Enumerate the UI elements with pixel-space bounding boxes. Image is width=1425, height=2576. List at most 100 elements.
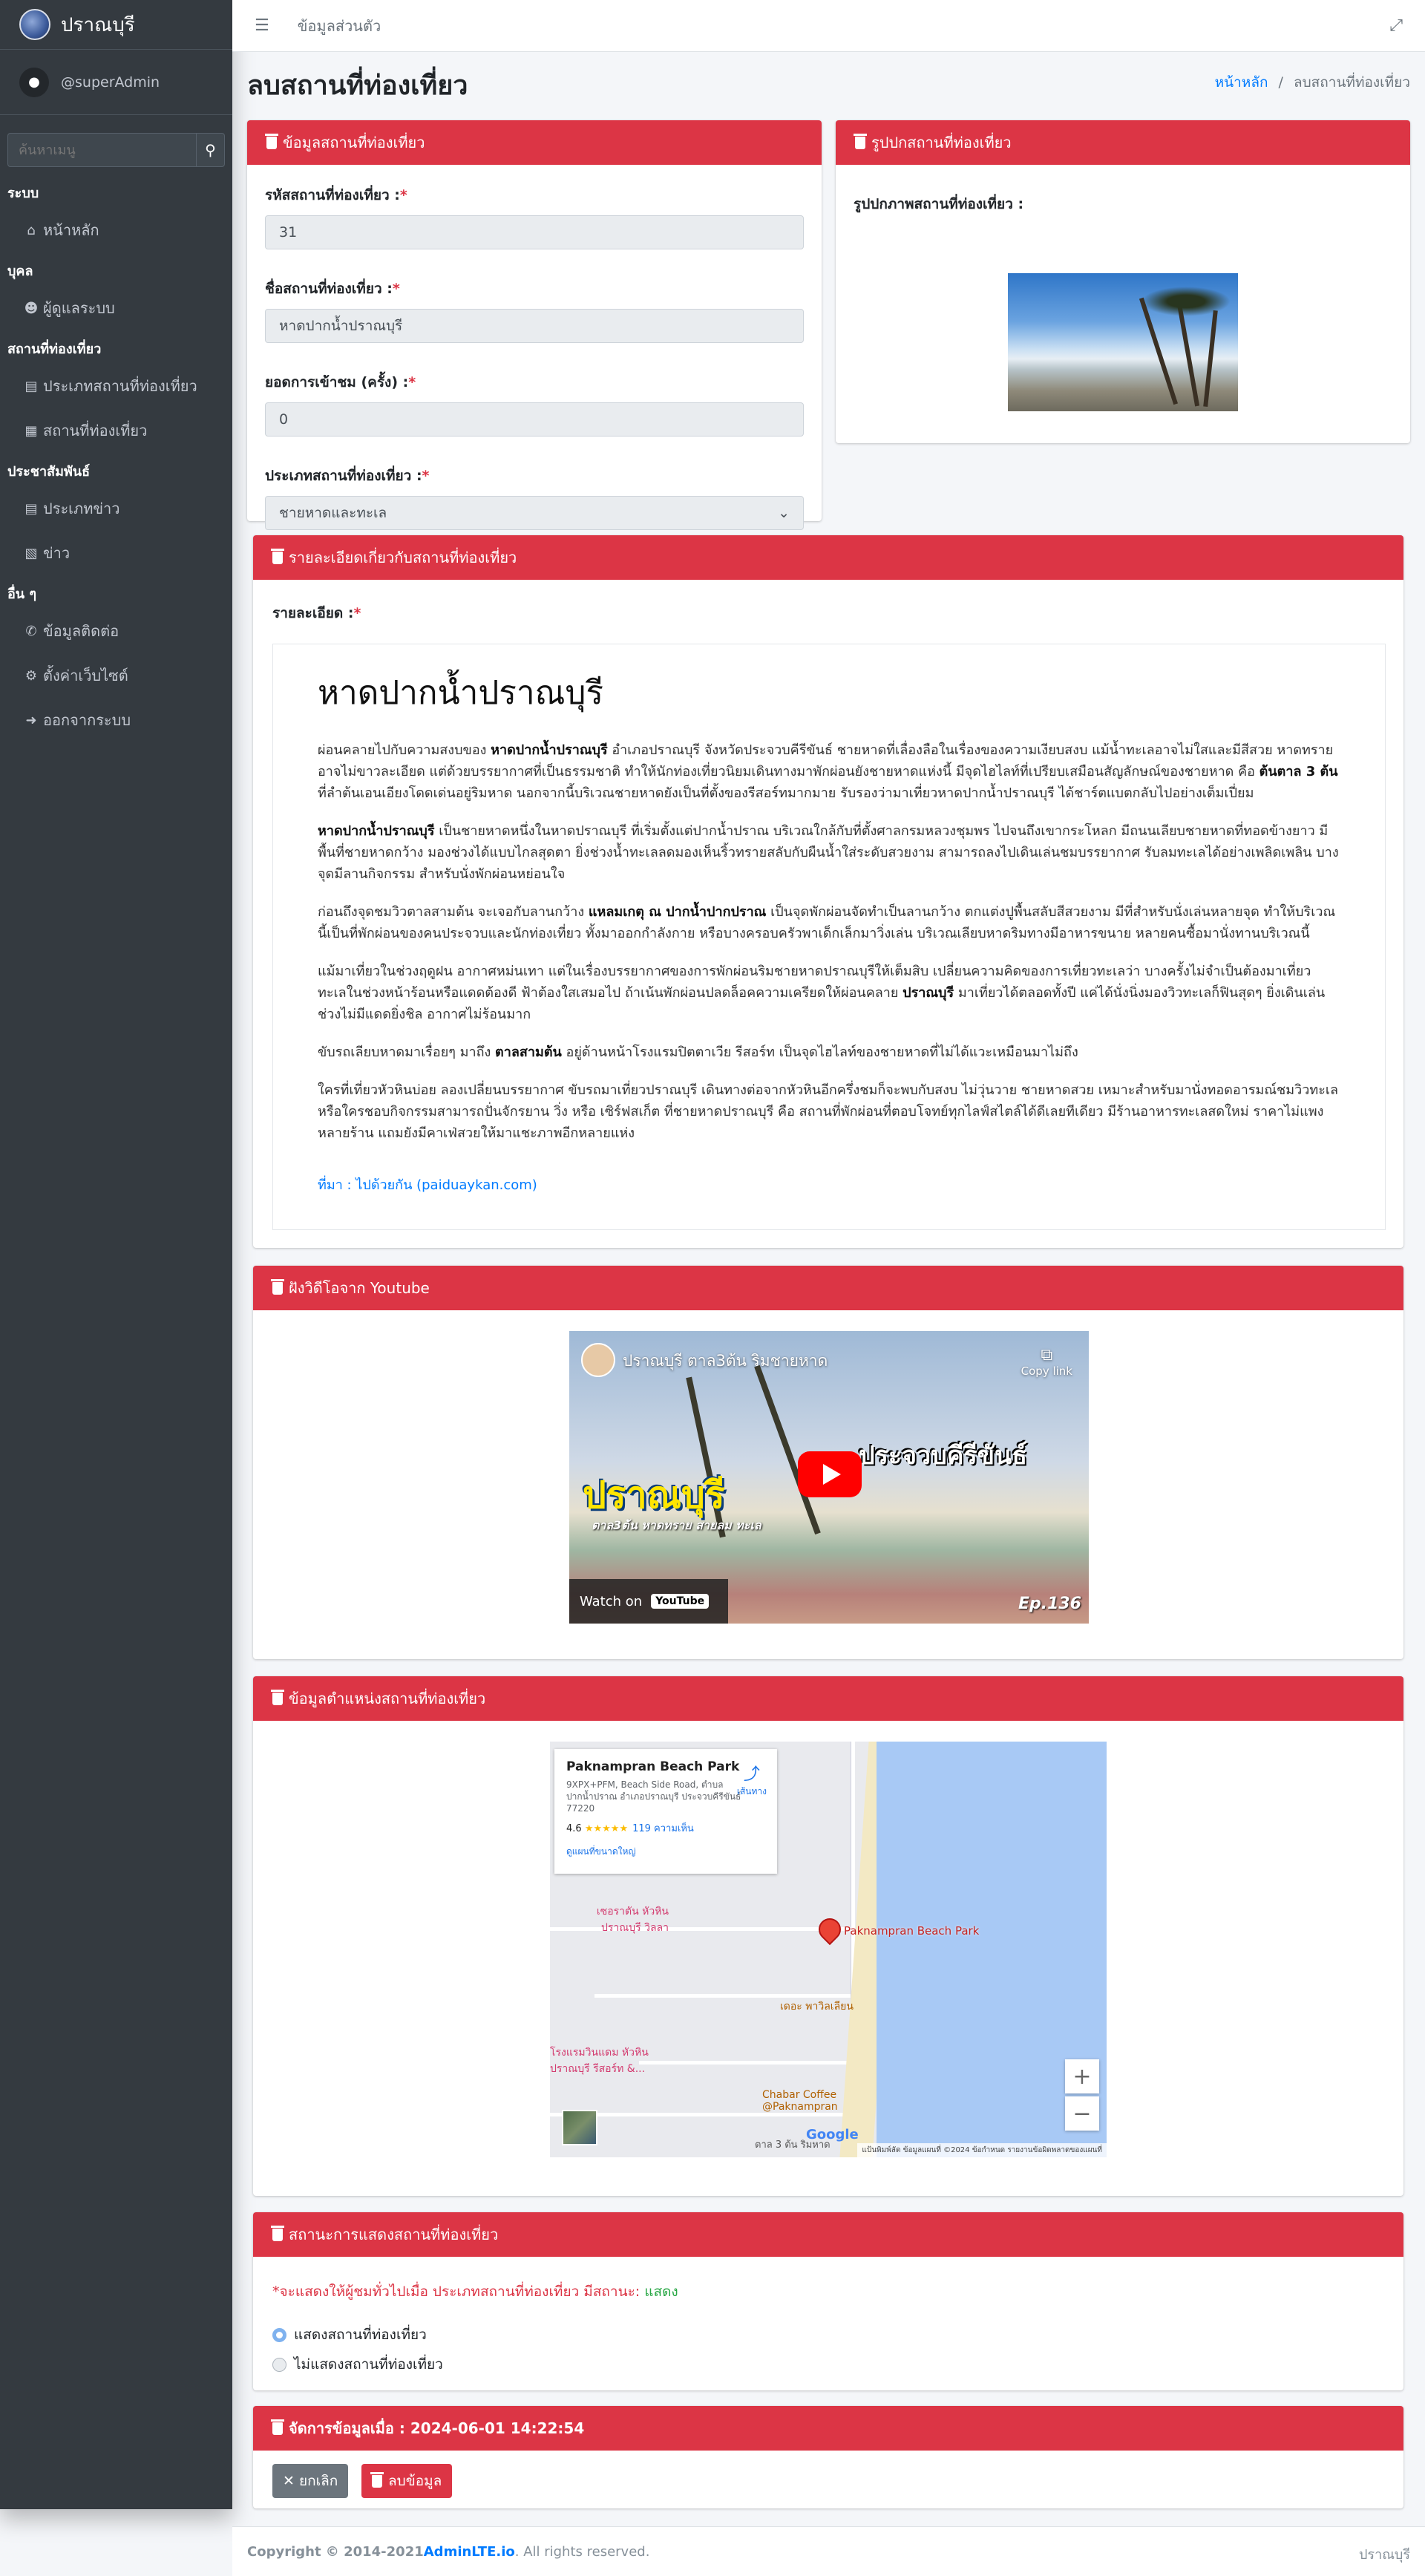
google-map[interactable]: Paknampran Beach Park 9XPX+PFM, Beach Si… — [550, 1742, 1107, 2157]
profile-link[interactable]: ข้อมูลส่วนตัว — [298, 14, 381, 38]
detail-editor[interactable]: หาดปากน้ำปราณบุรี ผ่อนคลายไปกับความสงบขอ… — [272, 644, 1386, 1230]
sidebar-item-news[interactable]: ▧ ข่าว — [0, 531, 232, 575]
trash-icon — [271, 2419, 284, 2435]
copy-icon: ⧉ — [1041, 1346, 1053, 1364]
phone-icon: ✆ — [25, 623, 37, 639]
map-poi[interactable]: เซอราตัน หัวหิน ปราณบุรี วิลลา — [557, 1903, 669, 1936]
footer-rights: . All rights reserved. — [514, 2543, 650, 2560]
footer-brand-link[interactable]: AdminLTE.io — [424, 2544, 515, 2560]
watch-label: Watch on — [580, 1593, 643, 1609]
detail-paragraph: ผ่อนคลายไปกับความสงบของ หาดปากน้ำปราณบุร… — [318, 742, 1338, 801]
fullscreen-icon[interactable]: ⤢ — [1389, 16, 1403, 35]
cogs-icon: ⚙ — [24, 667, 38, 684]
type-label: ประเภทสถานที่ท่องเที่ยว :* — [265, 468, 430, 484]
trash-icon — [854, 133, 867, 149]
type-select[interactable]: ชายหาดและทะเล ⌄ — [265, 496, 804, 530]
sidebar-item-logout[interactable]: ➜ ออกจากระบบ — [0, 698, 232, 742]
sidebar-item-news-types[interactable]: ▤ ประเภทข่าว — [0, 486, 232, 531]
watch-on-youtube[interactable]: Watch on YouTube — [569, 1579, 728, 1624]
sidebar-search-input[interactable] — [7, 133, 196, 167]
sidebar-item-place-types[interactable]: ▤ ประเภทสถานที่ท่องเที่ยว — [0, 364, 232, 408]
palm-tree-3 — [1203, 310, 1218, 407]
book-icon: ▤ — [24, 500, 38, 517]
zoom-in-button[interactable]: + — [1065, 2059, 1099, 2093]
radio-hide[interactable]: ไม่แสดงสถานที่ท่องเที่ยว — [272, 2353, 443, 2376]
sidebar-item-label: ผู้ดูแลระบบ — [43, 299, 115, 317]
card-title: ข้อมูลสถานที่ท่องเที่ยว — [283, 134, 425, 151]
detail-paragraph: แม้มาเที่ยวในช่วงฤดูฝน อากาศหม่นเทา แต่ใ… — [318, 964, 1326, 1022]
sidebar: ปราณบุรี ● @superAdmin ⚲ ระบบ ⌂หน้าหลัก … — [0, 0, 232, 2509]
map-road — [594, 1994, 854, 1998]
manage-card: จัดการข้อมูลเมื่อ : 2024-06-01 14:22:54 … — [253, 2406, 1403, 2508]
sidebar-item-settings[interactable]: ⚙ ตั้งค่าเว็บไซต์ — [0, 653, 232, 698]
pin-label: Paknampran Beach Park — [844, 1924, 980, 1938]
map-poi[interactable]: โรงแรมวินแดม หัวหิน ปราณบุรี รีสอร์ท &..… — [550, 2044, 669, 2077]
map-road — [639, 2061, 854, 2065]
detail-paragraph: ใครที่เที่ยวหัวหินบ่อย ลองเปลี่ยนบรรยากา… — [318, 1082, 1339, 1141]
cover-card-header: รูปปกสถานที่ท่องเที่ยว — [836, 120, 1410, 165]
name-field[interactable]: หาดปากน้ำปราณบุรี — [265, 309, 804, 343]
breadcrumb-home[interactable]: หน้าหลัก — [1215, 74, 1268, 91]
user-panel[interactable]: ● @superAdmin — [0, 50, 232, 115]
sidebar-item-label: หน้าหลัก — [43, 221, 99, 239]
sidebar-item-label: ออกจากระบบ — [43, 711, 131, 729]
map-card-header: ข้อมูลตำแหน่งสถานที่ท่องเที่ยว — [253, 1676, 1403, 1721]
trash-icon — [271, 548, 284, 564]
radio-show[interactable]: แสดงสถานที่ท่องเที่ยว — [272, 2324, 427, 2346]
sidebar-item-home[interactable]: ⌂ หน้าหลัก — [0, 208, 232, 252]
sidebar-item-admins[interactable]: ☻ ผู้ดูแลระบบ — [0, 286, 232, 330]
channel-avatar[interactable] — [581, 1343, 615, 1377]
footer-right-text: ปราณบุรี — [1359, 2547, 1410, 2563]
youtube-embed[interactable]: ปราณบุรี ตาล3ต้น ริมชายหาด ⧉ Copy link ปร… — [569, 1331, 1089, 1624]
page-title: ลบสถานที่ท่องเที่ยว — [247, 71, 468, 101]
delete-button[interactable]: ลบข้อมูล — [361, 2464, 453, 2498]
search-icon: ⚲ — [205, 141, 216, 159]
trash-icon — [370, 2471, 384, 2488]
place-info-card: Paknampran Beach Park 9XPX+PFM, Beach Si… — [554, 1749, 777, 1874]
copy-link-label: Copy link — [1021, 1364, 1072, 1378]
video-title[interactable]: ปราณบุรี ตาล3ต้น ริมชายหาด — [623, 1349, 828, 1373]
radio-show-label: แสดงสถานที่ท่องเที่ยว — [294, 2327, 427, 2343]
zoom-out-button[interactable]: − — [1065, 2096, 1099, 2131]
home-icon: ⌂ — [27, 222, 36, 238]
brand-logo — [19, 9, 50, 40]
users-cog-icon: ☻ — [24, 300, 39, 316]
menu-toggle-icon[interactable]: ☰ — [255, 16, 269, 35]
info-card: ข้อมูลสถานที่ท่องเที่ยว รหัสสถานที่ท่องเ… — [247, 120, 822, 530]
map-poi[interactable]: Chabar Coffee @Paknampran — [762, 2089, 866, 2113]
nav-header-pr: ประชาสัมพันธ์ — [7, 464, 91, 480]
sidebar-item-label: ประเภทข่าว — [43, 500, 120, 517]
id-field[interactable]: 31 — [265, 215, 804, 249]
reviews-link[interactable]: 119 ความเห็น — [632, 1823, 694, 1834]
cancel-button[interactable]: ✕ ยกเลิก — [272, 2464, 349, 2498]
visits-field[interactable]: 0 — [265, 402, 804, 437]
map-footer[interactable]: แป้นพิมพ์ลัด ข้อมูลแผนที่ ©2024 ข้อกำหนด… — [857, 2143, 1107, 2157]
map-marked-icon: ▦ — [24, 422, 38, 439]
detail-card-header: รายละเอียดเกี่ยวกับสถานที่ท่องเที่ยว — [253, 535, 1403, 580]
sidebar-item-label: ข่าว — [43, 544, 71, 562]
trash-icon — [271, 1689, 284, 1705]
google-logo: Google — [806, 2127, 859, 2142]
directions-button[interactable]: ⤴ เส้นทาง — [737, 1761, 767, 1799]
breadcrumb-separator: / — [1278, 74, 1283, 91]
info-card-header: ข้อมูลสถานที่ท่องเที่ยว — [247, 120, 822, 165]
map-card: ข้อมูลตำแหน่งสถานที่ท่องเที่ยว Paknampra… — [253, 1676, 1403, 2196]
larger-map-link[interactable]: ดูแผนที่ขนาดใหญ่ — [566, 1845, 765, 1859]
copy-link-button[interactable]: ⧉ Copy link — [1021, 1346, 1072, 1378]
palm-crown — [1141, 287, 1231, 316]
chevron-down-icon: ⌄ — [778, 505, 790, 521]
detail-card: รายละเอียดเกี่ยวกับสถานที่ท่องเที่ยว ราย… — [253, 535, 1403, 1248]
satellite-toggle[interactable] — [562, 2110, 597, 2145]
nav-header-other: อื่น ๆ — [7, 586, 37, 602]
source-link[interactable]: ที่มา : ไปด้วยกัน (paiduaykan.com) — [318, 1174, 1340, 1195]
sidebar-item-contact[interactable]: ✆ ข้อมูลติดต่อ — [0, 609, 232, 653]
play-button[interactable] — [798, 1451, 862, 1497]
search-button[interactable]: ⚲ — [196, 133, 225, 167]
map-pin-icon[interactable] — [813, 1913, 846, 1946]
radio-hide-label: ไม่แสดงสถานที่ท่องเที่ยว — [294, 2356, 443, 2373]
directions-icon: ⤴ — [743, 1765, 760, 1784]
map-poi[interactable]: เดอะ พาวิลเลียน — [780, 1998, 854, 2015]
sidebar-item-places[interactable]: ▦ สถานที่ท่องเที่ยว — [0, 408, 232, 453]
brand-link[interactable]: ปราณบุรี — [0, 0, 232, 50]
book-icon: ▤ — [24, 378, 38, 394]
